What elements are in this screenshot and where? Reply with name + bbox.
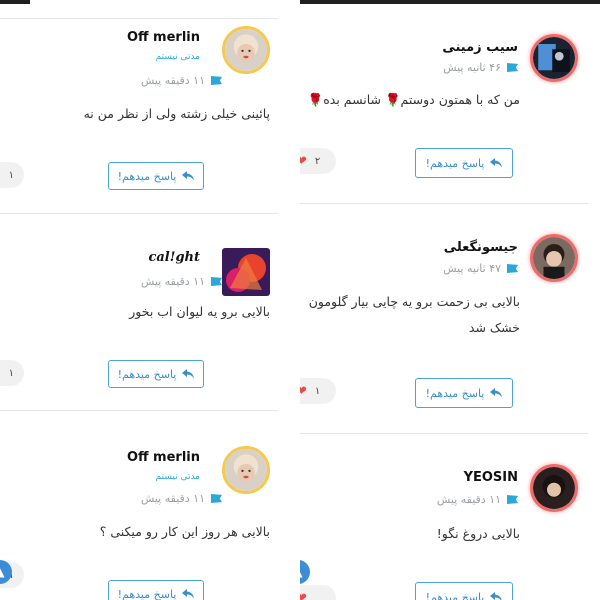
like-count: ۱ xyxy=(8,367,14,379)
like-count: ۲ xyxy=(314,155,321,167)
comment-meta: ۱۱ دقیقه پیش xyxy=(141,492,222,505)
comment-card: Off merlin مدتی نیستم ۱۱ دقیقه پیش پائین… xyxy=(0,0,300,200)
comment-time: ۴۷ ثانیه پیش xyxy=(443,262,501,275)
divider xyxy=(0,410,278,411)
reply-label: پاسخ میدهم! xyxy=(425,590,485,600)
like-counter[interactable]: ۱ xyxy=(0,162,24,188)
like-count: ۱ xyxy=(8,169,14,181)
comment-meta: ۴۷ ثانیه پیش xyxy=(443,262,518,275)
avatar[interactable] xyxy=(222,248,270,296)
comment-text: بالایی دروغ نگو! xyxy=(436,526,520,541)
comment-meta: ۱۱ دقیقه پیش xyxy=(141,275,222,288)
flag-icon[interactable] xyxy=(211,76,222,85)
like-button[interactable]: ❤ ۲ xyxy=(300,148,336,174)
reply-label: پاسخ میدهم! xyxy=(425,156,485,170)
comment-time: ۴۶ ثانیه پیش xyxy=(443,61,501,74)
comment-card: YEOSIN ۱۱ دقیقه پیش بالایی دروغ نگو! پاس… xyxy=(300,430,600,600)
heart-icon: ❤ xyxy=(300,153,307,169)
reply-label: پاسخ میدهم! xyxy=(117,169,177,183)
reply-button[interactable]: پاسخ میدهم! xyxy=(108,162,204,190)
reply-arrow-icon xyxy=(490,592,503,600)
reply-label: پاسخ میدهم! xyxy=(425,386,485,400)
reply-arrow-icon xyxy=(490,388,503,398)
reply-arrow-icon xyxy=(182,369,195,379)
author-name[interactable]: جیسونگعلی xyxy=(444,240,518,255)
comment-text: بالایی هر روز این کار رو میکنی ؟ xyxy=(99,524,270,539)
author-name[interactable]: cal!ght xyxy=(148,250,200,265)
comment-time: ۱۱ دقیقه پیش xyxy=(140,492,205,505)
avatar[interactable] xyxy=(530,464,578,512)
like-count: ۱ xyxy=(314,385,321,397)
reply-button[interactable]: پاسخ میدهم! xyxy=(415,148,513,178)
comment-time: ۱۱ دقیقه پیش xyxy=(436,493,501,506)
comment-time: ۱۱ دقیقه پیش xyxy=(140,275,205,288)
reply-button[interactable]: پاسخ میدهم! xyxy=(108,360,204,388)
reply-arrow-icon xyxy=(490,158,503,168)
comment-text: بالایی بی زحمت برو یه چایی بیار گلومون خ… xyxy=(308,294,520,335)
author-name[interactable]: Off merlin xyxy=(127,30,200,45)
author-status: مدتی نیستم xyxy=(155,52,200,62)
comment-meta: ۴۶ ثانیه پیش xyxy=(443,61,518,74)
like-button[interactable]: ❤ xyxy=(300,585,336,600)
author-name[interactable]: Off merlin xyxy=(127,450,200,465)
reply-arrow-icon xyxy=(182,589,195,599)
flag-icon[interactable] xyxy=(211,494,222,503)
comment-card: cal!ght ۱۱ دقیقه پیش بالایی برو یه لیوان… xyxy=(0,220,300,420)
avatar[interactable] xyxy=(530,34,578,82)
comment-text: من که با همتون دوستم🌹 شانسم بده🌹 xyxy=(307,92,520,107)
heart-icon: ❤ xyxy=(300,383,307,399)
reply-label: پاسخ میدهم! xyxy=(117,587,177,600)
reply-button[interactable]: پاسخ میدهم! xyxy=(415,378,513,408)
left-comment-column: Off merlin مدتی نیستم ۱۱ دقیقه پیش پائین… xyxy=(0,0,300,600)
reply-arrow-icon xyxy=(182,171,195,181)
avatar[interactable] xyxy=(222,26,270,74)
comment-text: بالایی برو یه لیوان اب بخور xyxy=(129,304,270,319)
flag-icon[interactable] xyxy=(211,277,222,286)
comment-card: Off merlin مدتی نیستم ۱۱ دقیقه پیش بالای… xyxy=(0,420,300,600)
author-status: مدتی نیستم xyxy=(155,472,200,482)
arrow-up-icon: ▲ xyxy=(300,565,303,579)
arrow-up-icon: ▲ xyxy=(0,565,5,579)
flag-icon[interactable] xyxy=(507,63,518,72)
comment-meta: ۱۱ دقیقه پیش xyxy=(437,493,518,506)
comment-card: سیب زمینی ۴۶ ثانیه پیش من که با همتون دو… xyxy=(300,0,600,200)
avatar[interactable] xyxy=(222,446,270,494)
comment-card: جیسونگعلی ۴۷ ثانیه پیش بالایی بی زحمت بر… xyxy=(300,200,600,408)
like-button[interactable]: ❤ ۱ xyxy=(300,378,336,404)
divider xyxy=(0,213,278,214)
comment-text: پائینی خیلی زشته ولی از نظر من نه xyxy=(83,106,270,121)
comment-meta: ۱۱ دقیقه پیش xyxy=(141,74,222,87)
like-counter[interactable]: ۱ xyxy=(0,360,24,386)
flag-icon[interactable] xyxy=(507,495,518,504)
reply-button[interactable]: پاسخ میدهم! xyxy=(415,582,513,600)
right-comment-column: سیب زمینی ۴۶ ثانیه پیش من که با همتون دو… xyxy=(300,0,600,600)
heart-icon: ❤ xyxy=(300,590,307,600)
comment-time: ۱۱ دقیقه پیش xyxy=(140,74,205,87)
reply-label: پاسخ میدهم! xyxy=(117,367,177,381)
author-name[interactable]: سیب زمینی xyxy=(442,40,518,55)
reply-button[interactable]: پاسخ میدهم! xyxy=(108,580,204,600)
avatar[interactable] xyxy=(530,234,578,282)
author-name[interactable]: YEOSIN xyxy=(464,470,518,485)
flag-icon[interactable] xyxy=(507,264,518,273)
